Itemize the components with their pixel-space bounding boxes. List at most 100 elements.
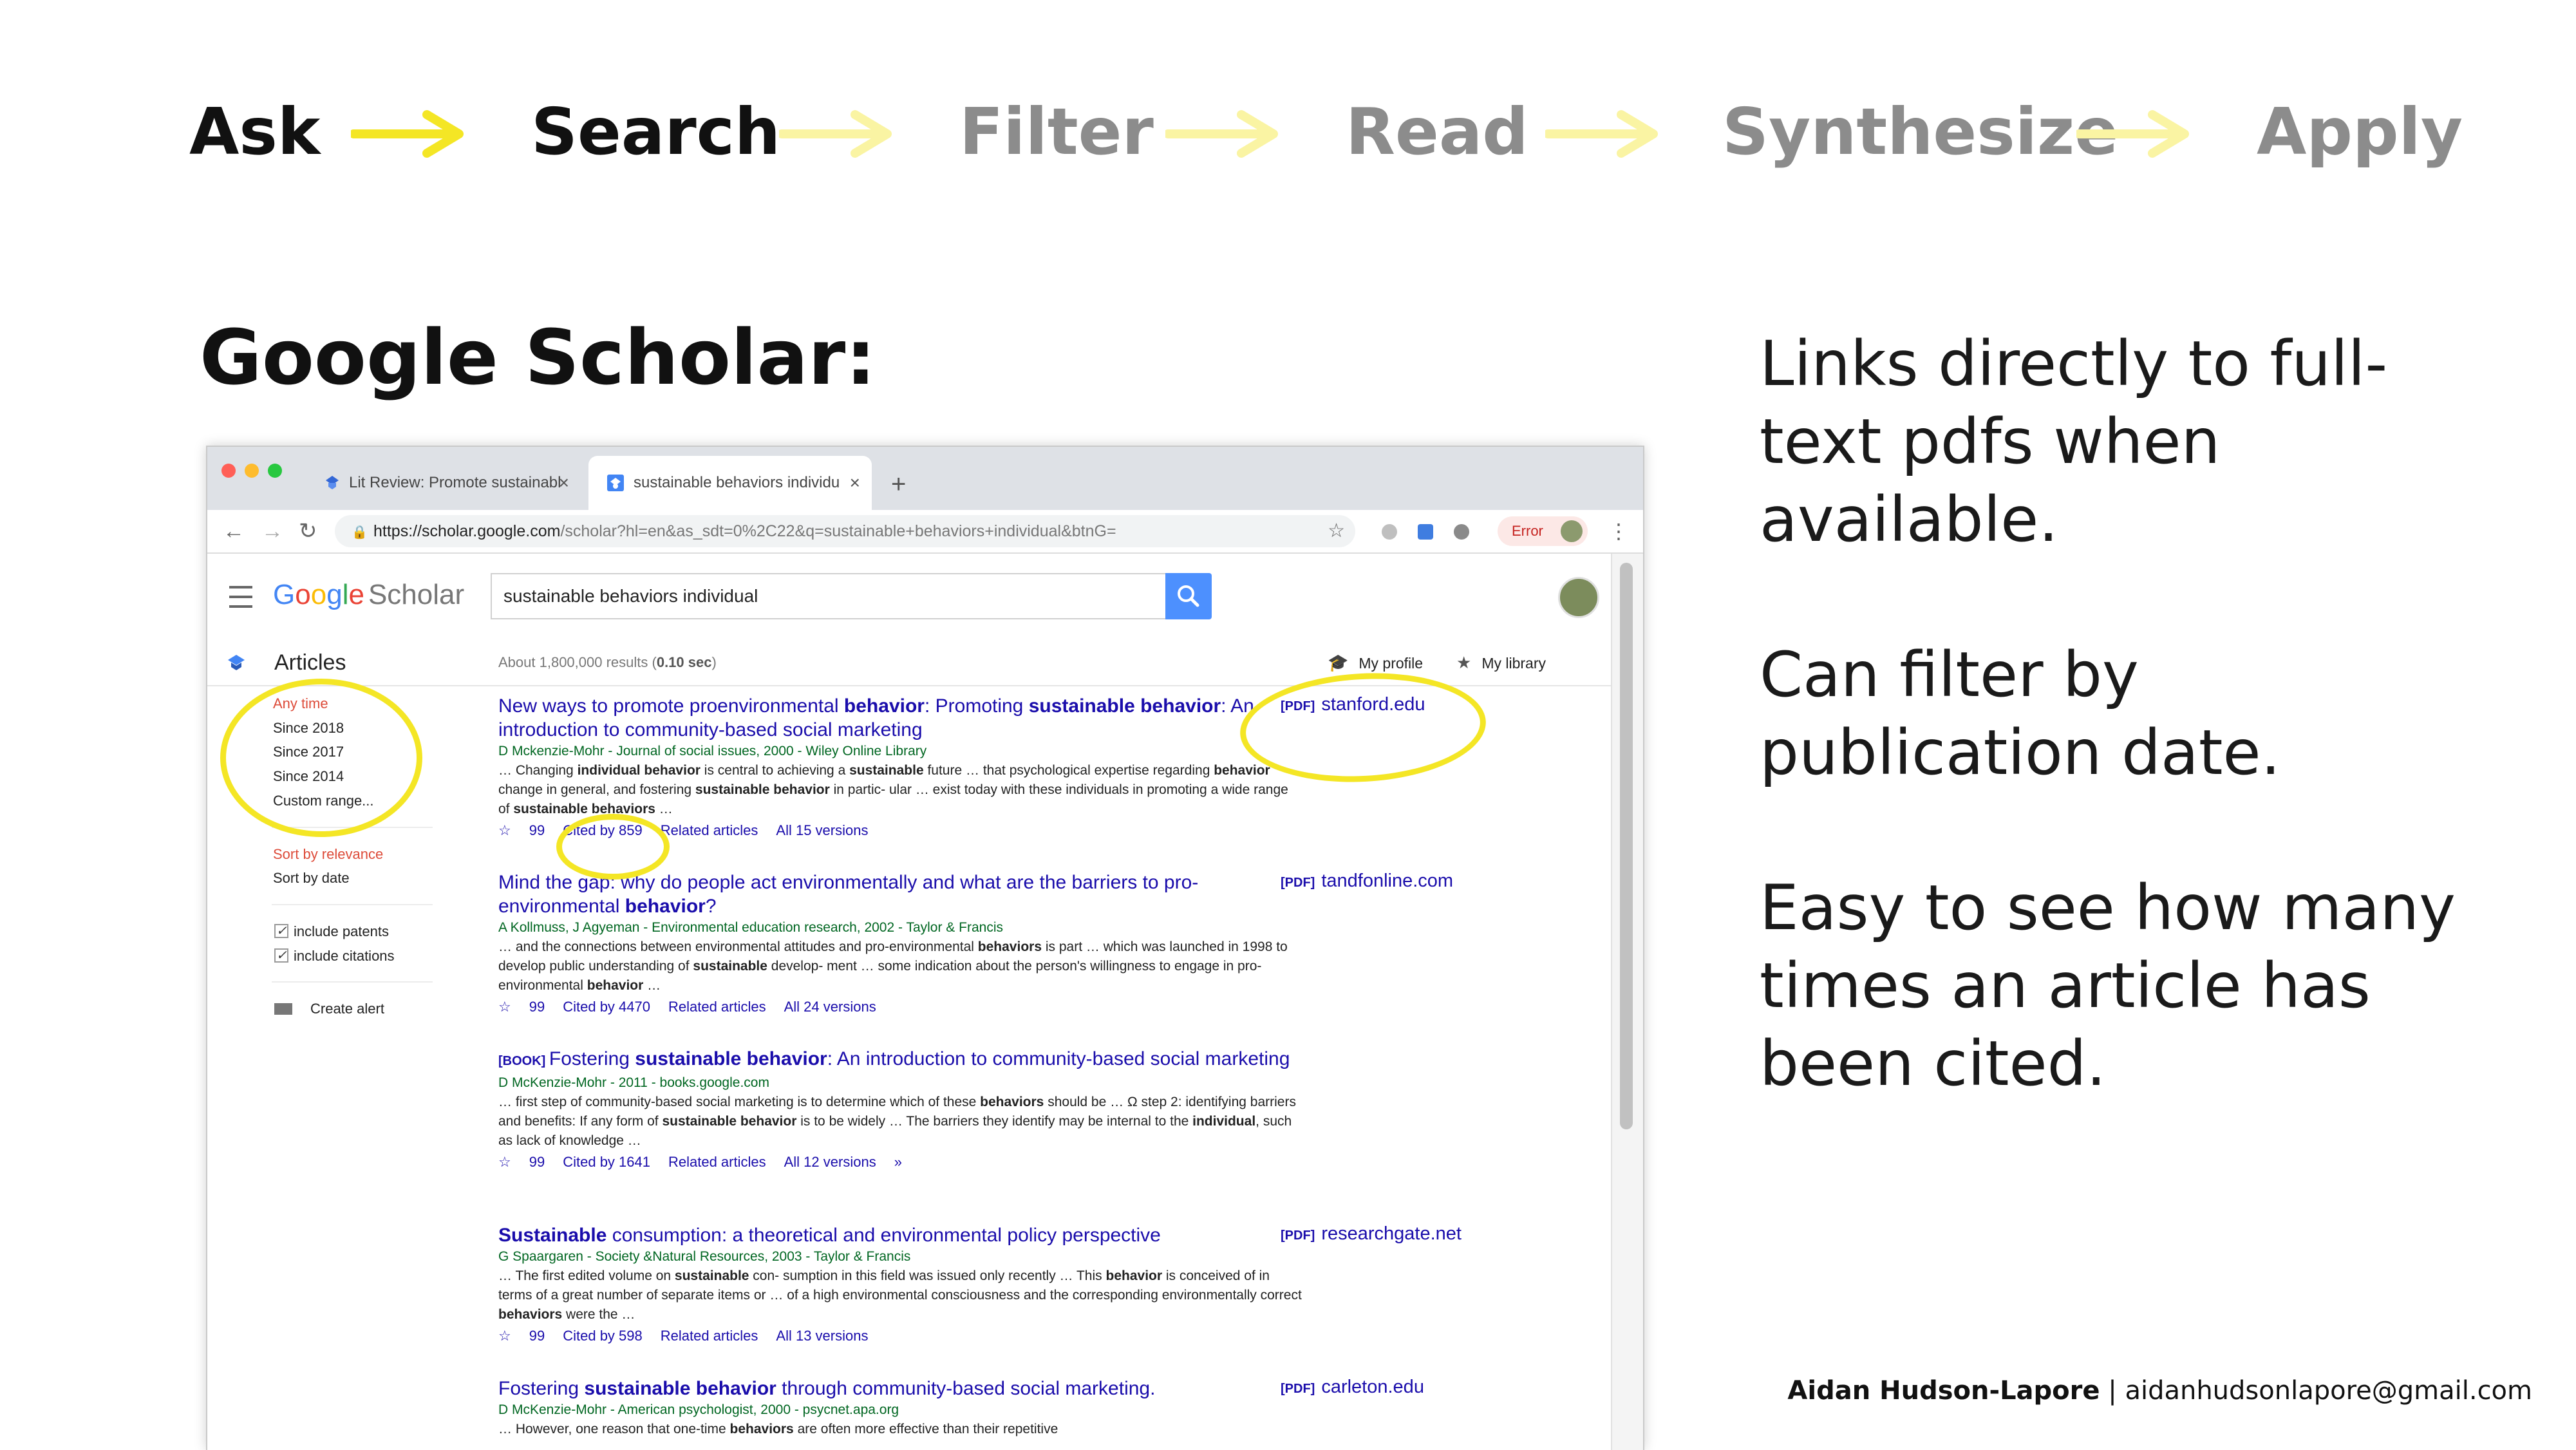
graduation-cap-icon: 🎓 — [1328, 653, 1349, 672]
related-articles-link[interactable]: Related articles — [668, 1154, 766, 1170]
envelope-icon — [274, 1003, 292, 1015]
result-meta: D Mckenzie-Mohr - Journal of social issu… — [498, 744, 927, 758]
scholar-extension-icon[interactable] — [1418, 524, 1433, 540]
minimize-window-button[interactable] — [245, 464, 259, 478]
search-button[interactable] — [1165, 573, 1212, 619]
result-title[interactable]: Fostering sustainable behavior through c… — [498, 1377, 1303, 1400]
address-bar[interactable]: 🔒 https://scholar.google.com/scholar?hl=… — [335, 515, 1355, 547]
search-icon — [1178, 585, 1199, 607]
articles-label[interactable]: Articles — [274, 640, 346, 685]
lock-icon: 🔒 — [352, 525, 368, 540]
step-synthesize: Synthesize — [1722, 94, 2119, 169]
close-tab-icon[interactable]: × — [559, 456, 569, 510]
menu-kebab-icon[interactable]: ⋮ — [1608, 510, 1629, 552]
pdf-tag: [PDF] — [1281, 1229, 1315, 1243]
step-read: Read — [1346, 94, 1528, 169]
versions-link[interactable]: All 24 versions — [784, 999, 876, 1015]
cite-quote-icon[interactable]: 99 — [529, 822, 545, 838]
cited-by-link[interactable]: Cited by 859 — [563, 822, 643, 838]
result-snippet: … and the connections between environmen… — [498, 939, 1288, 993]
filter-custom-range[interactable]: Custom range... — [273, 791, 374, 811]
create-alert-label: Create alert — [310, 1001, 384, 1017]
result-title[interactable]: Mind the gap: why do people act environm… — [498, 871, 1303, 918]
result-count-close: ) — [711, 654, 717, 670]
new-tab-button[interactable]: + — [891, 458, 906, 510]
related-articles-link[interactable]: Related articles — [661, 822, 758, 838]
result-title[interactable]: New ways to promote proenvironmental beh… — [498, 694, 1303, 742]
pdf-link[interactable]: [PDF] researchgate.net — [1281, 1223, 1462, 1245]
create-alert-link[interactable]: Create alert — [274, 999, 384, 1019]
logo-letter: l — [342, 579, 349, 610]
include-citations-checkbox[interactable]: include citations — [274, 946, 395, 966]
include-patents-checkbox[interactable]: include patents — [274, 921, 389, 941]
star-icon: ★ — [1456, 653, 1472, 672]
profile-error-badge[interactable]: Error — [1498, 516, 1588, 546]
user-avatar[interactable] — [1558, 577, 1599, 618]
pdf-link[interactable]: [PDF] tandfonline.com — [1281, 871, 1453, 892]
extension-icon[interactable] — [1454, 524, 1469, 540]
result-title[interactable]: [BOOK] Fostering sustainable behavior: A… — [498, 1047, 1303, 1073]
result-meta: A Kollmuss, J Agyeman - Environmental ed… — [498, 920, 1003, 935]
tab-lit-review[interactable]: Lit Review: Promote sustainabl × — [304, 456, 581, 510]
bullet-list: Links directly to full-text pdfs when av… — [1760, 325, 2500, 1180]
pdf-source: researchgate.net — [1321, 1223, 1462, 1244]
extension-icon[interactable] — [1382, 524, 1397, 540]
search-input[interactable]: sustainable behaviors individual — [491, 573, 1165, 619]
filter-since-2014[interactable]: Since 2014 — [273, 767, 344, 786]
filter-since-2018[interactable]: Since 2018 — [273, 719, 344, 738]
reload-icon[interactable]: ↻ — [299, 510, 317, 552]
filter-any-time[interactable]: Any time — [273, 694, 328, 713]
sort-by-date[interactable]: Sort by date — [273, 869, 350, 888]
arrow-icon — [1545, 110, 1658, 158]
pdf-link[interactable]: [PDF] carleton.edu — [1281, 1377, 1424, 1398]
step-search: Search — [531, 94, 781, 169]
my-library-link[interactable]: ★ My library — [1456, 640, 1546, 686]
my-profile-link[interactable]: 🎓 My profile — [1328, 640, 1423, 686]
versions-link[interactable]: All 15 versions — [776, 822, 868, 838]
filter-since-2017[interactable]: Since 2017 — [273, 742, 344, 762]
bookmark-star-icon[interactable]: ☆ — [1328, 515, 1345, 547]
maximize-window-button[interactable] — [268, 464, 282, 478]
page-scrollbar[interactable] — [1611, 554, 1643, 1450]
bookmark-icon — [326, 476, 339, 489]
cited-by-link[interactable]: Cited by 4470 — [563, 999, 650, 1015]
google-scholar-logo[interactable]: Google Scholar — [273, 576, 464, 614]
cite-quote-icon[interactable]: 99 — [529, 999, 545, 1015]
error-label: Error — [1512, 523, 1543, 539]
hamburger-menu-icon[interactable] — [229, 586, 252, 608]
save-star-icon[interactable]: ☆ — [498, 1328, 511, 1344]
logo-scholar-text: Scholar — [368, 579, 465, 610]
result-snippet: … first step of community-based social m… — [498, 1095, 1296, 1148]
pdf-source: stanford.edu — [1321, 694, 1425, 715]
close-tab-icon[interactable]: × — [850, 456, 860, 510]
versions-link[interactable]: All 13 versions — [776, 1328, 868, 1344]
scholar-favicon-icon — [607, 475, 624, 491]
save-star-icon[interactable]: ☆ — [498, 822, 511, 838]
articles-icon — [228, 655, 245, 670]
related-articles-link[interactable]: Related articles — [661, 1328, 758, 1344]
pdf-tag: [PDF] — [1281, 699, 1315, 713]
save-star-icon[interactable]: ☆ — [498, 999, 511, 1015]
cited-by-link[interactable]: Cited by 1641 — [563, 1154, 650, 1170]
cite-quote-icon[interactable]: 99 — [529, 1154, 545, 1170]
forward-arrow-icon[interactable]: → — [261, 510, 283, 552]
scholar-subbar: Articles About 1,800,000 results (0.10 s… — [207, 640, 1611, 686]
pdf-source: carleton.edu — [1321, 1377, 1424, 1397]
sort-by-relevance[interactable]: Sort by relevance — [273, 845, 383, 864]
save-star-icon[interactable]: ☆ — [498, 1154, 511, 1170]
result-title[interactable]: Sustainable consumption: a theoretical a… — [498, 1223, 1303, 1247]
related-articles-link[interactable]: Related articles — [668, 999, 766, 1015]
tab-scholar-search[interactable]: sustainable behaviors individu × — [588, 456, 872, 510]
scrollbar-thumb[interactable] — [1620, 563, 1633, 1129]
divider — [272, 827, 433, 828]
close-window-button[interactable] — [221, 464, 236, 478]
versions-link[interactable]: All 12 versions — [784, 1154, 876, 1170]
cite-quote-icon[interactable]: 99 — [529, 1328, 545, 1344]
result-count-text: About 1,800,000 results ( — [498, 654, 657, 670]
more-chevron-icon[interactable]: » — [894, 1154, 902, 1170]
cited-by-link[interactable]: Cited by 598 — [563, 1328, 643, 1344]
back-arrow-icon[interactable]: ← — [223, 510, 245, 552]
pdf-source: tandfonline.com — [1321, 871, 1454, 891]
pdf-link[interactable]: [PDF] stanford.edu — [1281, 694, 1425, 715]
result-snippet: … The first edited volume on sustainable… — [498, 1268, 1302, 1322]
